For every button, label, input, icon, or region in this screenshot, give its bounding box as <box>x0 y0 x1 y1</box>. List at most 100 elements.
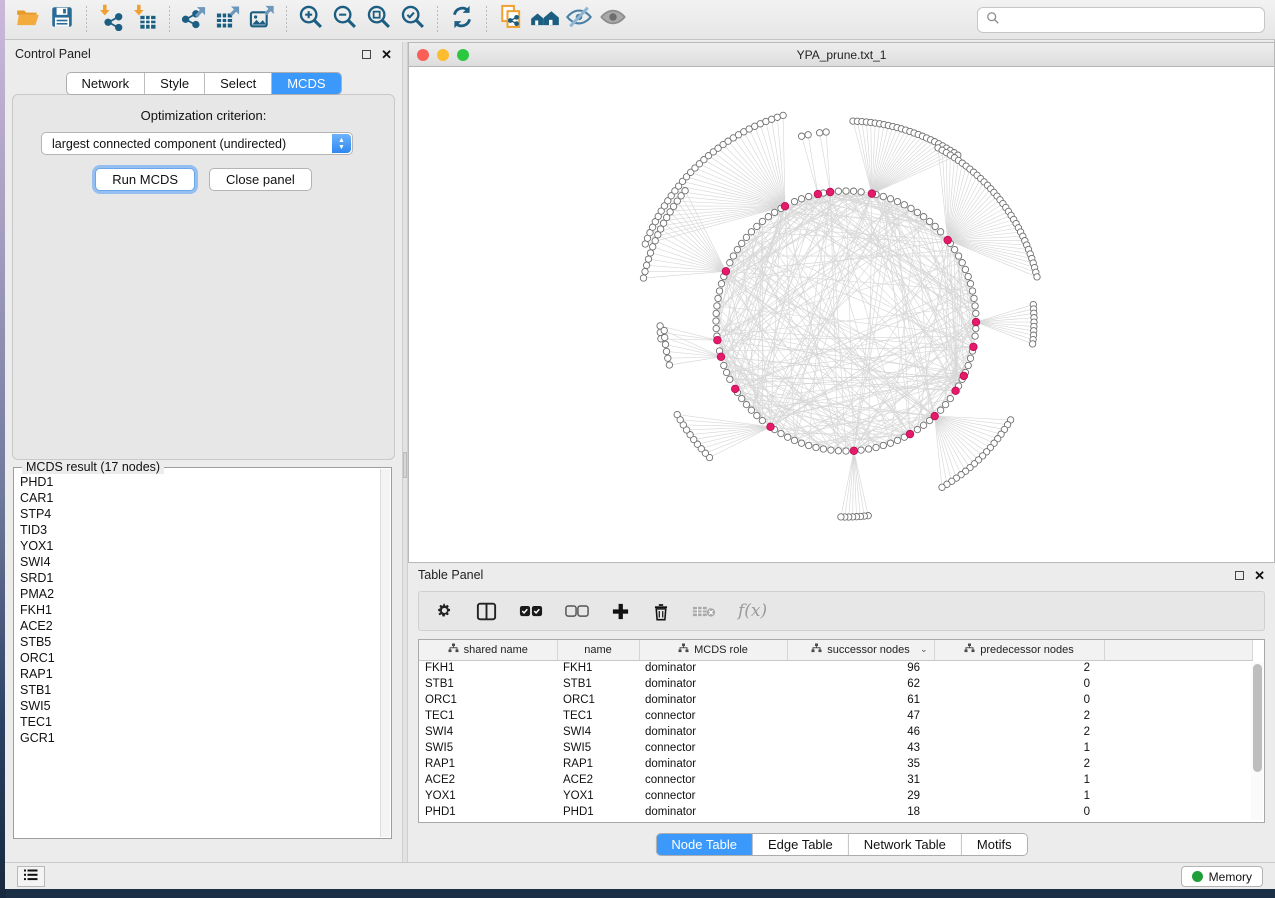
open-file-icon <box>14 4 42 35</box>
zoom-selected-button[interactable] <box>396 4 430 36</box>
column-header-predecessor-nodes[interactable]: predecessor nodes <box>934 640 1104 660</box>
toolbar-separator <box>169 6 170 34</box>
node-table[interactable]: shared namenameMCDS rolesuccessor nodes⌄… <box>418 639 1265 823</box>
run-mcds-button[interactable]: Run MCDS <box>95 168 195 191</box>
table-row[interactable]: FKH1FKH1dominator962 <box>419 660 1252 676</box>
show-all-button[interactable] <box>596 4 630 36</box>
mcds-result-list[interactable]: PHD1CAR1STP4TID3YOX1SWI4SRD1PMA2FKH1ACE2… <box>20 474 379 836</box>
panel-menu-button[interactable] <box>17 866 45 887</box>
delete-table-icon[interactable] <box>692 604 716 619</box>
optimization-criterion-label: Optimization criterion: <box>5 108 402 123</box>
hide-selected-icon <box>564 3 594 36</box>
close-panel-icon[interactable]: ✕ <box>1254 571 1265 580</box>
table-row[interactable]: TEC1TEC1connector472 <box>419 708 1252 724</box>
export-table-button[interactable] <box>211 4 245 36</box>
tab-motifs[interactable]: Motifs <box>962 834 1027 855</box>
export-network-button[interactable] <box>177 4 211 36</box>
mcds-result-item[interactable]: GCR1 <box>20 730 379 746</box>
column-header-shared-name[interactable]: shared name <box>419 640 557 660</box>
table-row[interactable]: STB1STB1dominator620 <box>419 676 1252 692</box>
close-panel-button[interactable]: Close panel <box>209 168 312 191</box>
tab-select[interactable]: Select <box>205 73 272 94</box>
float-panel-icon[interactable] <box>362 50 371 59</box>
chevron-down-icon[interactable]: ⌄ <box>920 644 928 655</box>
mcds-result-item[interactable]: STB5 <box>20 634 379 650</box>
select-all-icon[interactable] <box>519 605 543 618</box>
mcds-result-item[interactable]: CAR1 <box>20 490 379 506</box>
zoom-in-button[interactable] <box>294 4 328 36</box>
function-builder-icon[interactable]: f(x) <box>738 601 767 621</box>
mcds-result-item[interactable]: STB1 <box>20 682 379 698</box>
mcds-list-scrollbar[interactable] <box>380 469 390 837</box>
table-row[interactable]: PHD1PHD1dominator180 <box>419 804 1252 820</box>
mcds-result-item[interactable]: ACE2 <box>20 618 379 634</box>
tab-node-table[interactable]: Node Table <box>656 834 753 855</box>
splitter-grip[interactable] <box>403 452 407 478</box>
network-canvas[interactable] <box>409 67 1274 562</box>
import-table-button[interactable] <box>128 4 162 36</box>
table-row[interactable]: SWI5SWI5connector431 <box>419 740 1252 756</box>
main-toolbar <box>5 0 1275 40</box>
export-network-icon <box>180 3 208 36</box>
close-panel-icon[interactable]: ✕ <box>381 50 392 59</box>
add-column-icon[interactable] <box>611 602 630 621</box>
mcds-result-item[interactable]: PHD1 <box>20 474 379 490</box>
zoom-fit-button[interactable] <box>362 4 396 36</box>
control-panel: Control Panel ✕ NetworkStyleSelectMCDS O… <box>5 42 402 862</box>
table-scrollbar-thumb[interactable] <box>1253 664 1262 772</box>
mcds-result-item[interactable]: FKH1 <box>20 602 379 618</box>
float-panel-icon[interactable] <box>1235 571 1244 580</box>
hide-selected-button[interactable] <box>562 4 596 36</box>
criterion-select-value: largest connected component (undirected) <box>52 137 286 151</box>
tab-style[interactable]: Style <box>145 73 205 94</box>
table-row[interactable]: ORC1ORC1dominator610 <box>419 692 1252 708</box>
mcds-result-item[interactable]: SWI4 <box>20 554 379 570</box>
export-image-button[interactable] <box>245 4 279 36</box>
mcds-result-item[interactable]: SWI5 <box>20 698 379 714</box>
open-file-button[interactable] <box>11 4 45 36</box>
zoom-out-button[interactable] <box>328 4 362 36</box>
table-row[interactable]: SWI4SWI4dominator462 <box>419 724 1252 740</box>
network-view-window: YPA_prune.txt_1 <box>408 42 1275 563</box>
mcds-result-item[interactable]: YOX1 <box>20 538 379 554</box>
column-header-MCDS-role[interactable]: MCDS role <box>639 640 787 660</box>
memory-button[interactable]: Memory <box>1181 866 1263 887</box>
mcds-result-item[interactable]: ORC1 <box>20 650 379 666</box>
import-network-button[interactable] <box>94 4 128 36</box>
gear-icon[interactable] <box>435 602 454 621</box>
tab-edge-table[interactable]: Edge Table <box>753 834 849 855</box>
node-table-grid: shared namenameMCDS rolesuccessor nodes⌄… <box>419 640 1253 820</box>
delete-column-icon[interactable] <box>652 602 670 621</box>
tab-network[interactable]: Network <box>66 73 145 94</box>
mcds-result-item[interactable]: STP4 <box>20 506 379 522</box>
save-session-button[interactable] <box>45 4 79 36</box>
select-stepper-icon: ▲▼ <box>332 134 351 153</box>
criterion-select[interactable]: largest connected component (undirected)… <box>41 132 353 155</box>
import-network-icon <box>97 3 125 36</box>
column-header-name[interactable]: name <box>557 640 639 660</box>
mcds-result-item[interactable]: TEC1 <box>20 714 379 730</box>
org-chart-icon <box>448 643 459 656</box>
table-row[interactable]: RAP1RAP1dominator352 <box>419 756 1252 772</box>
column-header-successor-nodes[interactable]: successor nodes⌄ <box>787 640 934 660</box>
tab-mcds[interactable]: MCDS <box>272 73 340 94</box>
first-neighbors-button[interactable] <box>528 4 562 36</box>
duplicate-network-button[interactable] <box>494 4 528 36</box>
search-input[interactable] <box>1006 13 1256 27</box>
table-row[interactable]: YOX1YOX1connector291 <box>419 788 1252 804</box>
control-panel-tabs: NetworkStyleSelectMCDS <box>65 72 341 95</box>
mcds-result-item[interactable]: TID3 <box>20 522 379 538</box>
mcds-result-item[interactable]: RAP1 <box>20 666 379 682</box>
refresh-button[interactable] <box>445 4 479 36</box>
split-panel-icon[interactable] <box>476 602 497 621</box>
deselect-all-icon[interactable] <box>565 605 589 618</box>
toolbar-separator <box>286 6 287 34</box>
tab-network-table[interactable]: Network Table <box>849 834 962 855</box>
refresh-icon <box>448 3 476 36</box>
table-row[interactable]: ACE2ACE2connector311 <box>419 772 1252 788</box>
mcds-result-item[interactable]: PMA2 <box>20 586 379 602</box>
search-field[interactable] <box>977 7 1265 33</box>
mcds-result-item[interactable]: SRD1 <box>20 570 379 586</box>
memory-status-icon <box>1192 871 1203 882</box>
table-scrollbar-track[interactable] <box>1251 662 1263 820</box>
